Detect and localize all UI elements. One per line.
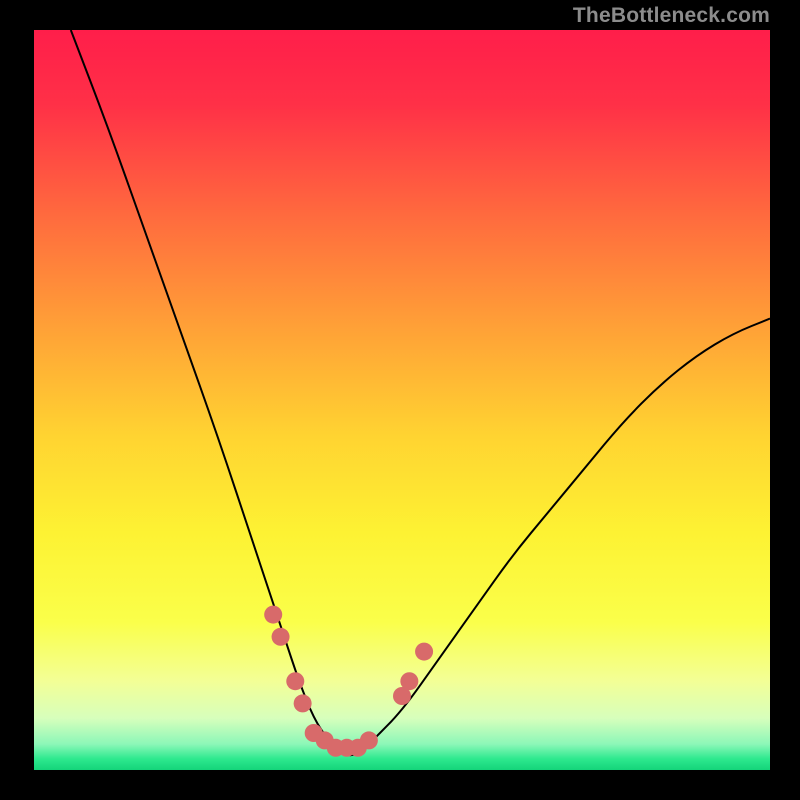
chart-marker	[400, 672, 418, 690]
chart-marker	[286, 672, 304, 690]
watermark-label: TheBottleneck.com	[573, 4, 770, 28]
chart-marker	[294, 694, 312, 712]
chart-marker	[360, 731, 378, 749]
chart-markers	[264, 606, 433, 757]
chart-plot-area	[34, 30, 770, 770]
chart-marker	[415, 643, 433, 661]
chart-marker	[264, 606, 282, 624]
chart-marker	[272, 628, 290, 646]
chart-curve-layer	[34, 30, 770, 770]
